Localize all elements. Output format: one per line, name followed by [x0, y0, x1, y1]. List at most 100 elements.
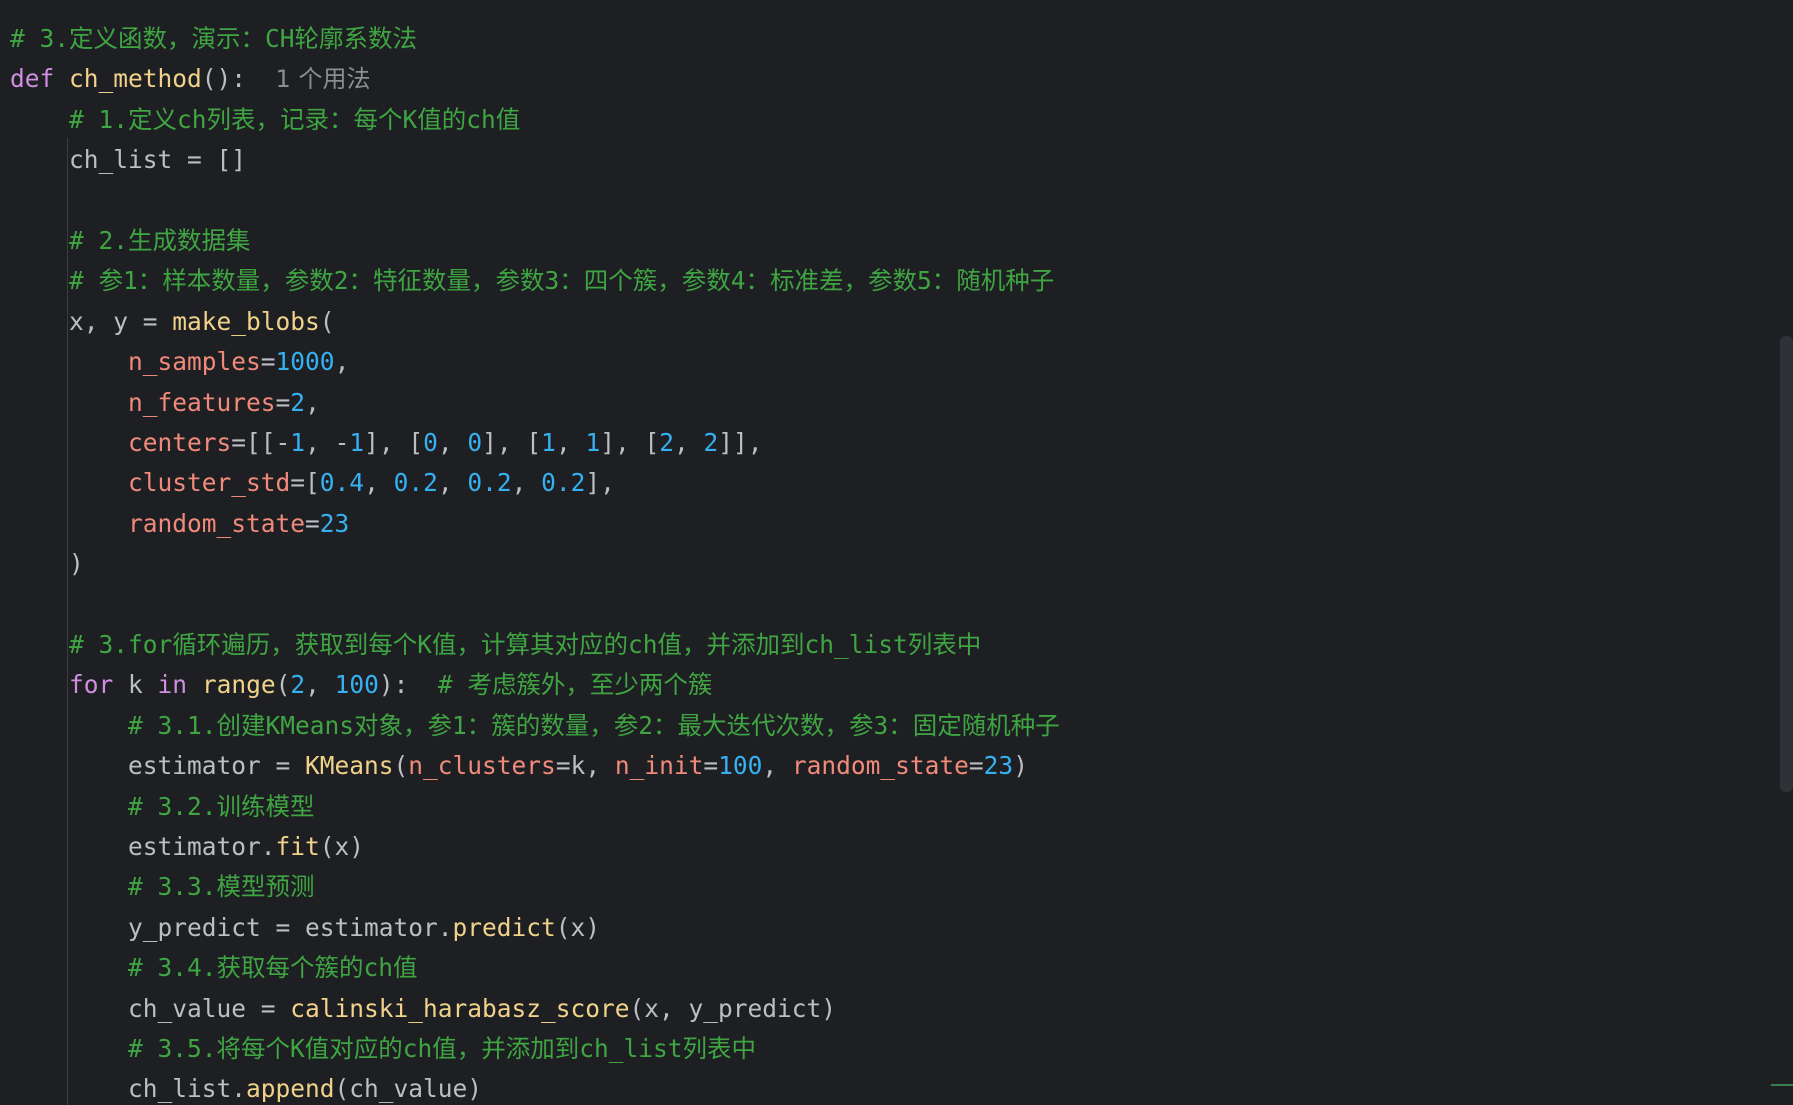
parameter-token: n_samples — [128, 347, 261, 377]
code-line[interactable]: # 3.5.将每个K值对应的ch值，并添加到ch_list列表中 — [10, 1029, 756, 1069]
comment-token: # 3.1.创建KMeans对象，参1：簇的数量，参2：最大迭代次数，参3：固定… — [128, 710, 1060, 740]
code-token: =[[- — [231, 428, 291, 457]
code-token: = — [703, 751, 719, 781]
code-line[interactable]: estimator.fit(x) — [10, 827, 364, 867]
function-token: make_blobs — [172, 306, 320, 336]
code-area[interactable]: # 3.定义函数，演示：CH轮廓系数法 def ch_method(): 1 个用… — [10, 10, 1753, 1105]
parameter-token: cluster_std — [128, 468, 291, 498]
code-line[interactable]: estimator = KMeans(n_clusters=k, n_init=… — [10, 746, 1028, 786]
code-token: ch_list = [] — [10, 145, 247, 175]
code-line[interactable]: n_samples=1000, — [10, 342, 349, 382]
code-token: , — [437, 468, 468, 498]
code-line[interactable]: centers=[[-1, -1], [0, 0], [1, 1], [2, 2… — [10, 423, 763, 463]
number-token: 2 — [659, 428, 674, 457]
number-token: 0.4 — [319, 468, 365, 498]
code-token: ], [ — [364, 428, 424, 457]
function-token: append — [246, 1074, 335, 1104]
code-line[interactable]: def ch_method(): 1 个用法 — [10, 59, 370, 99]
comment-token: # 考虑簇外，至少两个簇 — [437, 670, 713, 700]
code-line[interactable]: # 参1：样本数量，参数2：特征数量，参数3：四个簇，参数4：标准差，参数5：随… — [10, 261, 1054, 301]
code-line[interactable]: # 3.3.模型预测 — [10, 867, 315, 907]
code-token: ], [ — [600, 428, 660, 457]
code-token: ], [ — [482, 428, 542, 457]
code-line[interactable]: n_features=2, — [10, 383, 320, 423]
function-token: range — [201, 670, 276, 700]
code-line[interactable]: random_state=23 — [10, 504, 349, 544]
code-token: (x) — [555, 912, 601, 942]
code-token: ch_list. — [10, 1074, 247, 1104]
comment-token: # 1.定义ch列表，记录：每个K值的ch值 — [69, 104, 521, 134]
code-token: = — [305, 508, 320, 538]
comment-token: # 3.4.获取每个簇的ch值 — [128, 953, 418, 983]
code-token: , — [305, 670, 335, 700]
code-token: ( — [393, 751, 409, 781]
parameter-token: random_state — [128, 508, 306, 538]
code-line[interactable]: ) — [10, 544, 84, 584]
code-token: , — [305, 387, 320, 417]
comment-token: # 3.2.训练模型 — [128, 791, 315, 821]
parameter-token: n_init — [614, 751, 704, 781]
code-line[interactable]: ch_list.append(ch_value) — [10, 1069, 482, 1105]
code-token: = — [275, 387, 291, 417]
number-token: 1 — [585, 428, 601, 457]
comment-token: # 参1：样本数量，参数2：特征数量，参数3：四个簇，参数4：标准差，参数5：随… — [69, 266, 1055, 296]
code-token: (x) — [319, 832, 365, 861]
code-editor[interactable]: # 3.定义函数，演示：CH轮廓系数法 def ch_method(): 1 个用… — [0, 0, 1793, 1105]
code-token: , — [334, 347, 350, 377]
code-line[interactable]: y_predict = estimator.predict(x) — [10, 908, 600, 948]
comment-token: # 2.生成数据集 — [69, 226, 251, 255]
code-token: , — [511, 468, 542, 498]
number-token: 23 — [319, 508, 350, 538]
code-token: =k, — [555, 751, 615, 781]
code-line[interactable]: cluster_std=[0.4, 0.2, 0.2, 0.2], — [10, 463, 615, 503]
code-line[interactable]: ch_value = calinski_harabasz_score(x, y_… — [10, 989, 836, 1029]
number-token: 1 — [290, 428, 306, 457]
function-token: ch_method — [69, 64, 202, 94]
number-token: 100 — [718, 751, 763, 781]
code-token: (): — [201, 64, 276, 94]
number-token: 100 — [334, 670, 379, 700]
number-token: 2 — [290, 387, 306, 417]
code-line[interactable]: for k in range(2, 100): # 考虑簇外，至少两个簇 — [10, 665, 712, 705]
number-token: 0 — [423, 428, 438, 457]
code-line[interactable]: # 3.4.获取每个簇的ch值 — [10, 948, 418, 988]
code-line[interactable]: # 2.生成数据集 — [10, 221, 251, 261]
code-line[interactable]: x, y = make_blobs( — [10, 302, 335, 342]
function-token: fit — [275, 832, 320, 861]
code-line[interactable]: # 1.定义ch列表，记录：每个K值的ch值 — [10, 100, 520, 140]
number-token: 1 — [349, 428, 365, 457]
number-token: 0.2 — [393, 468, 438, 498]
keyword-token: in — [157, 670, 188, 700]
code-line[interactable]: # 3.定义函数，演示：CH轮廓系数法 — [10, 19, 417, 59]
code-token: ch_value = — [10, 993, 291, 1023]
code-token: ) — [1013, 751, 1028, 781]
usage-hint[interactable]: 1 个用法 — [276, 65, 371, 93]
code-line[interactable]: ch_list = [] — [10, 140, 246, 180]
code-token: = — [260, 347, 276, 377]
code-line[interactable]: # 3.2.训练模型 — [10, 787, 315, 827]
code-token: , — [674, 428, 704, 457]
code-token: , — [437, 428, 468, 457]
function-token: KMeans — [305, 751, 394, 781]
code-token: = — [968, 751, 984, 781]
code-line[interactable]: # 3.for循环遍历，获取到每个K值，计算其对应的ch值，并添加到ch_lis… — [10, 625, 981, 665]
scrollbar-thumb[interactable] — [1780, 336, 1793, 792]
code-token: ): — [378, 670, 438, 700]
code-token: k — [113, 670, 158, 700]
change-marker — [1771, 1084, 1793, 1086]
vertical-scrollbar[interactable] — [1779, 0, 1793, 1105]
function-token: calinski_harabasz_score — [290, 993, 630, 1023]
number-token: 0.2 — [541, 468, 586, 498]
code-token: , — [364, 468, 394, 498]
code-token: , - — [305, 428, 350, 457]
code-line[interactable]: # 3.1.创建KMeans对象，参1：簇的数量，参2：最大迭代次数，参3：固定… — [10, 706, 1060, 746]
code-token: , — [555, 428, 586, 457]
code-token: estimator = — [10, 751, 306, 781]
